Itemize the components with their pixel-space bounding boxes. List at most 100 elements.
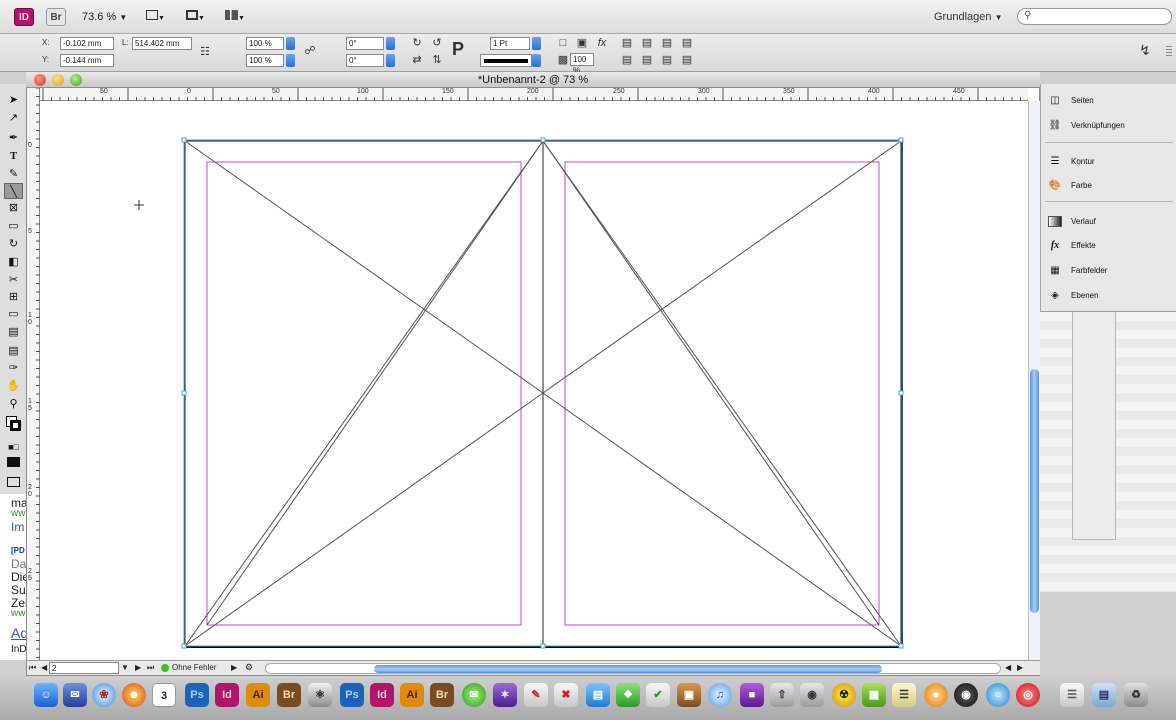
hand-tool-icon[interactable]: ✋ bbox=[4, 378, 23, 394]
scale-x-dropdown[interactable] bbox=[286, 37, 295, 50]
panel-tab-color[interactable]: 🎨 Farbe bbox=[1041, 175, 1176, 197]
minimize-window-icon[interactable] bbox=[52, 74, 64, 86]
screen-mode-button[interactable]: ▼ bbox=[186, 10, 210, 24]
document-canvas[interactable] bbox=[40, 101, 1028, 659]
panel-tab-swatches[interactable]: ▦ Farbfelder bbox=[1041, 260, 1176, 282]
app-icon[interactable]: ▣ bbox=[677, 683, 701, 707]
vertical-scroll-thumb[interactable] bbox=[1030, 369, 1039, 613]
page-menu-chevron-icon[interactable]: ▼ bbox=[121, 663, 129, 672]
rotate-tool-icon[interactable]: ↻ bbox=[4, 236, 23, 252]
folder-icon[interactable]: ▤ bbox=[1092, 683, 1116, 707]
zoom-window-icon[interactable] bbox=[70, 74, 82, 86]
messages-icon[interactable]: ✉ bbox=[462, 683, 486, 707]
shear-dropdown[interactable] bbox=[386, 54, 395, 67]
indesign-icon[interactable]: Id bbox=[370, 683, 394, 707]
mail-icon[interactable]: ✉ bbox=[63, 683, 87, 707]
direct-selection-tool-icon[interactable]: ↗ bbox=[4, 110, 23, 126]
next-page-icon[interactable]: ▶ bbox=[135, 663, 141, 672]
checkmark-icon[interactable]: ✔ bbox=[646, 683, 670, 707]
app-icon[interactable]: ■ bbox=[740, 683, 764, 707]
vertical-ruler[interactable]: 0 5 1 0 1 5 2 0 2 5 bbox=[27, 88, 40, 660]
reference-point-icon[interactable]: ☷ bbox=[198, 45, 212, 59]
paragraph-icon[interactable]: P bbox=[451, 40, 465, 58]
shear-angle-field[interactable]: 0° bbox=[346, 54, 384, 67]
safari-icon[interactable]: ❀ bbox=[92, 683, 116, 707]
x-position-field[interactable]: -0.102 mm bbox=[60, 37, 114, 50]
illustrator-icon[interactable]: Ai bbox=[400, 683, 424, 707]
align-middle-icon[interactable]: ▤ bbox=[640, 53, 654, 67]
panel-tab-links[interactable]: ⛓ Verknüpfungen bbox=[1041, 115, 1176, 137]
pencil-tool-icon[interactable]: ✎ bbox=[4, 166, 23, 182]
scissors-tool-icon[interactable]: ✂ bbox=[4, 272, 23, 288]
rotate-cw-icon[interactable]: ↻ bbox=[410, 36, 424, 50]
horizontal-scroll-thumb[interactable] bbox=[374, 665, 882, 673]
rectangle-tool-icon[interactable]: ▭ bbox=[4, 218, 23, 234]
firefox-icon[interactable]: ☻ bbox=[122, 683, 146, 707]
align-top-icon[interactable]: ▤ bbox=[620, 53, 634, 67]
line-tool-icon[interactable]: ╲ bbox=[4, 183, 23, 199]
bridge-icon[interactable]: Br bbox=[277, 683, 301, 707]
stroke-weight-field[interactable]: 1 Pt bbox=[490, 37, 530, 50]
note-tool-icon[interactable]: ▤ bbox=[4, 343, 23, 359]
fill-stroke-swatch-icon[interactable] bbox=[4, 416, 23, 432]
horizontal-ruler[interactable]: 50 0 50 100 150 200 250 300 350 400 450 bbox=[40, 88, 1028, 101]
panel-tab-gradient[interactable]: Verlauf bbox=[1041, 211, 1176, 233]
free-transform-tool-icon[interactable]: ⊞ bbox=[4, 289, 23, 305]
rectangle-frame-tool-icon[interactable]: ⊠ bbox=[4, 200, 23, 216]
scale-y-dropdown[interactable] bbox=[286, 54, 295, 67]
previous-page-icon[interactable]: ◀ bbox=[41, 663, 47, 672]
gradient-feather-tool-icon[interactable]: ▤ bbox=[4, 324, 23, 340]
zoom-tool-icon[interactable]: ⚲ bbox=[4, 396, 23, 412]
app-icon[interactable]: ○ bbox=[986, 683, 1010, 707]
document-stack-icon[interactable]: ☰ bbox=[1060, 683, 1084, 707]
workspace-switcher[interactable]: Grundlagen ▼ bbox=[934, 11, 1002, 23]
app-icon[interactable]: ✎ bbox=[524, 683, 548, 707]
app-icon[interactable]: ▦ bbox=[862, 683, 886, 707]
camera-icon[interactable]: ◉ bbox=[800, 683, 824, 707]
panel-tab-effects[interactable]: fx Effekte bbox=[1041, 235, 1176, 257]
photoshop-icon[interactable]: Ps bbox=[185, 683, 209, 707]
bridge-button[interactable]: Br bbox=[46, 8, 66, 26]
scroll-right-icon[interactable]: ▶ bbox=[1017, 663, 1023, 672]
scroll-left-icon[interactable]: ◀ bbox=[1005, 663, 1011, 672]
scale-tool-icon[interactable]: ◧ bbox=[4, 254, 23, 270]
indesign-icon[interactable]: Id bbox=[215, 683, 239, 707]
lightning-icon[interactable]: ↯ bbox=[1138, 43, 1152, 57]
open-preflight-icon[interactable]: ⚙ bbox=[245, 662, 253, 673]
scale-y-field[interactable]: 100 % bbox=[246, 54, 284, 67]
panel-tab-stroke[interactable]: ☰ Kontur bbox=[1041, 151, 1176, 173]
notes-icon[interactable]: ☰ bbox=[892, 683, 916, 707]
utility-icon[interactable]: ⚛ bbox=[308, 683, 332, 707]
app-icon[interactable]: ✖ bbox=[554, 683, 578, 707]
first-page-icon[interactable]: ⏮ bbox=[29, 663, 36, 673]
creative-suite-icon[interactable]: ◎ bbox=[1016, 683, 1040, 707]
distribute-icon[interactable]: ▤ bbox=[680, 36, 694, 50]
document-title-bar[interactable]: *Unbenannt-2 @ 73 % bbox=[26, 72, 1040, 88]
app-icon[interactable]: ✶ bbox=[493, 683, 517, 707]
rotation-dropdown[interactable] bbox=[386, 37, 395, 50]
fill-frame-icon[interactable]: □ bbox=[556, 36, 570, 50]
align-center-icon[interactable]: ▤ bbox=[640, 36, 654, 50]
flip-horizontal-icon[interactable]: ⇄ bbox=[410, 53, 424, 67]
preflight-status-text[interactable]: Ohne Fehler bbox=[172, 663, 216, 672]
drop-shadow-icon[interactable]: ▣ bbox=[575, 36, 589, 50]
panel-tab-layers[interactable]: ◈ Ebenen bbox=[1041, 285, 1176, 307]
selection-tool-icon[interactable]: ➤ bbox=[4, 92, 23, 108]
view-options-button[interactable]: ▼ bbox=[146, 10, 170, 24]
app-icon[interactable]: ❖ bbox=[616, 683, 640, 707]
upload-icon[interactable]: ⇧ bbox=[770, 683, 794, 707]
zoom-level-select[interactable]: 73.6 % ▼ bbox=[82, 11, 127, 23]
vertical-scrollbar[interactable] bbox=[1028, 101, 1040, 660]
horizontal-scrollbar[interactable] bbox=[265, 663, 1001, 674]
eyedropper-tool-icon[interactable]: ✑ bbox=[4, 360, 23, 376]
align-right-icon[interactable]: ▤ bbox=[660, 36, 674, 50]
photoshop-icon[interactable]: Ps bbox=[340, 683, 364, 707]
stroke-weight-dropdown[interactable] bbox=[532, 37, 541, 50]
gradient-tool-icon[interactable]: ▭ bbox=[4, 306, 23, 322]
normal-view-icon[interactable] bbox=[4, 456, 23, 472]
flip-vertical-icon[interactable]: ⇅ bbox=[430, 53, 444, 67]
trash-icon[interactable]: ♻ bbox=[1124, 683, 1148, 707]
distribute-vertical-icon[interactable]: ▤ bbox=[680, 53, 694, 67]
y-position-field[interactable]: -0.144 mm bbox=[60, 54, 114, 67]
illustrator-icon[interactable]: Ai bbox=[246, 683, 270, 707]
